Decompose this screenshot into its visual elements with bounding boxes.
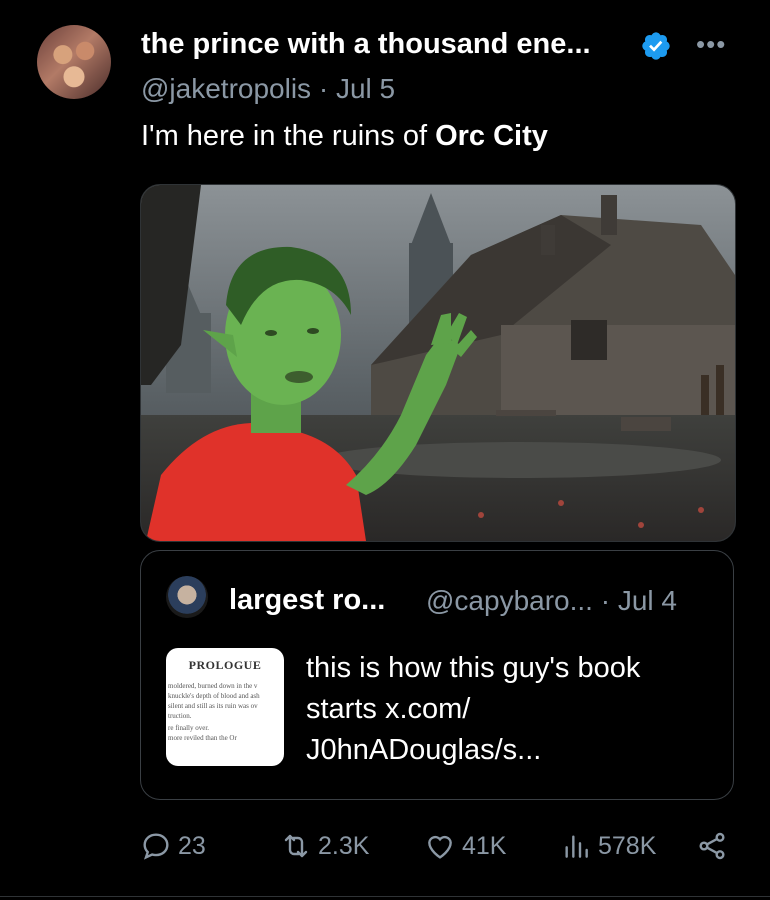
author-avatar[interactable]	[37, 25, 111, 99]
share-icon	[699, 832, 725, 860]
quoted-handle-date: @capybaro... · Jul 4	[426, 585, 677, 616]
quoted-author-avatar	[166, 576, 208, 618]
tweet-action-bar: 23 2.3K 41K 578K	[0, 830, 770, 870]
quoted-tweet-text: this is how this guy's book starts x.com…	[306, 652, 641, 766]
thumbnail-line: truction.	[168, 712, 192, 720]
separator-dot: ·	[318, 73, 336, 104]
media-illustration	[141, 185, 735, 541]
more-options-icon[interactable]: •••	[696, 31, 726, 57]
tweet-media-image[interactable]	[140, 184, 736, 542]
thumbnail-line: silent and still as its ruin was ov	[168, 702, 258, 710]
tweet-text: I'm here in the ruins of Orc City	[141, 120, 548, 153]
author-name[interactable]: the prince with a thousand ene...	[141, 28, 591, 61]
repost-icon	[284, 834, 308, 858]
like-button[interactable]: 41K	[424, 830, 506, 862]
repost-count: 2.3K	[318, 831, 370, 860]
thumbnail-line: re finally over.	[168, 724, 210, 732]
thumbnail-line: more reviled than the Or	[168, 734, 237, 742]
reply-button[interactable]: 23	[140, 830, 206, 862]
tweet-text-bold: Orc City	[435, 120, 548, 152]
like-count: 41K	[462, 831, 507, 860]
quoted-author-name: largest ro...	[229, 584, 386, 616]
quoted-tweet-card[interactable]: largest ro... @capybaro... · Jul 4 PROLO…	[140, 550, 734, 800]
author-handle[interactable]: @jaketropolis	[141, 73, 311, 104]
divider	[0, 896, 770, 897]
reply-icon	[143, 833, 169, 860]
thumbnail-line: moldered, burned down in the v	[168, 682, 258, 690]
views-chart-icon	[565, 835, 588, 858]
views-button[interactable]: 578K	[560, 830, 656, 862]
heart-icon	[428, 835, 452, 859]
thumbnail-line: knuckle's depth of blood and ash	[168, 692, 260, 700]
quoted-tweet-thumbnail: PROLOGUE moldered, burned down in the v …	[166, 648, 284, 766]
tweet-text-prefix: I'm here in the ruins of	[141, 120, 436, 152]
verified-badge-icon	[642, 32, 670, 60]
view-count: 578K	[598, 831, 657, 860]
handle-date: @jaketropolis · Jul 5	[141, 73, 395, 105]
reply-count: 23	[178, 831, 206, 860]
thumbnail-title: PROLOGUE	[188, 658, 262, 672]
tweet-date[interactable]: Jul 5	[336, 73, 395, 104]
repost-button[interactable]: 2.3K	[280, 830, 369, 862]
share-button[interactable]	[696, 830, 728, 862]
